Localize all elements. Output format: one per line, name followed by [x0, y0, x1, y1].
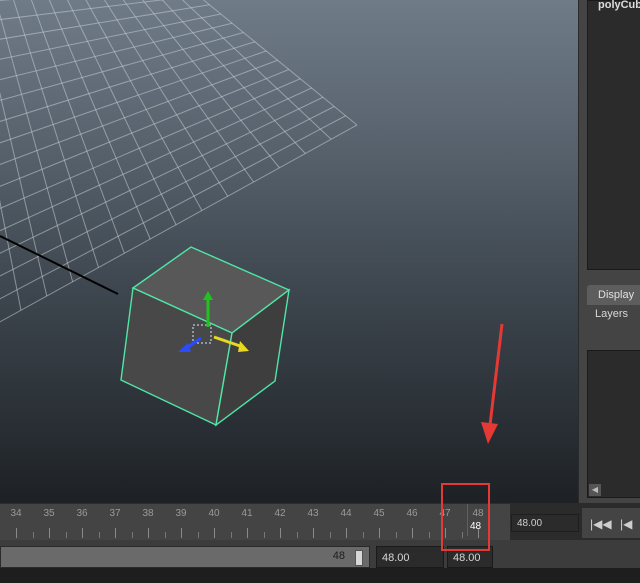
timeline-tick-label: 41: [241, 508, 253, 519]
skip-to-start-icon[interactable]: |◀◀: [590, 517, 612, 531]
timeline-tick: [98, 532, 100, 538]
current-time-field[interactable]: 48.00: [511, 514, 579, 532]
layers-list[interactable]: ◀: [587, 350, 640, 498]
timeline-tick: [148, 528, 149, 538]
playback-controls: |◀◀ |◀: [582, 508, 640, 538]
timeline-tick: [263, 532, 265, 538]
timeline-tick-label: 43: [307, 508, 319, 519]
timeline-tick: [197, 532, 199, 538]
timeline-tick: [247, 528, 248, 538]
step-back-icon[interactable]: |◀: [620, 517, 632, 531]
timeline-tick: [131, 532, 133, 538]
annotation-arrow-icon: [481, 323, 504, 444]
timeline-tick: [379, 528, 380, 538]
poly-cube[interactable]: [120, 246, 291, 427]
timeline-tick: [346, 528, 347, 538]
timeline-tick-label: 44: [340, 508, 352, 519]
command-line-strip: [0, 568, 640, 583]
grid-line: [0, 41, 255, 122]
time-slider[interactable]: 34 35 36 37 38 39 40 41 42 43 44 45 46 47 48: [0, 503, 510, 540]
timeline-tick-label: 39: [175, 508, 187, 519]
grid-line: [85, 0, 203, 211]
timeline-tick: [214, 528, 215, 538]
annotation-highlight-box: [441, 483, 490, 551]
outliner[interactable]: polyCub: [587, 0, 640, 270]
right-panel: polyCub Display Layers ◀: [578, 0, 640, 503]
grid-line: [0, 59, 278, 165]
timeline-tick-label: 46: [406, 508, 418, 519]
grid-line: [48, 0, 151, 240]
timeline-tick: [362, 532, 364, 538]
timeline-tick: [181, 528, 182, 538]
timeline-tick: [280, 528, 281, 538]
timeline-tick: [32, 532, 34, 538]
grid-line: [103, 0, 229, 197]
timeline-tick-label: 37: [109, 508, 121, 519]
timeline-tick: [16, 528, 17, 538]
range-slider-end-label: 48: [332, 550, 345, 562]
timeline-tick: [82, 528, 83, 538]
grid-line: [122, 0, 255, 183]
timeline-tick: [230, 532, 232, 538]
grid-line: [161, 0, 306, 154]
grid-line: [0, 50, 267, 144]
timeline-tick: [65, 532, 67, 538]
timeline-tick: [329, 532, 331, 538]
timeline-tick-label: 34: [10, 508, 22, 519]
range-slider-handle[interactable]: [355, 550, 363, 566]
tab-display[interactable]: Display: [587, 285, 640, 305]
timeline-tick-label: 38: [142, 508, 154, 519]
scroll-left-icon[interactable]: ◀: [589, 484, 601, 496]
timeline-tick: [412, 528, 413, 538]
timeline-tick: [164, 532, 166, 538]
timeline-tick: [115, 528, 116, 538]
layers-menu[interactable]: Layers: [595, 308, 628, 320]
grid-line: [67, 0, 177, 225]
axis-line: [0, 235, 119, 295]
timeline-tick: [296, 532, 298, 538]
end-time-field[interactable]: 48.00: [376, 546, 444, 568]
timeline-tick-label: 42: [274, 508, 286, 519]
grid-line: [202, 0, 358, 126]
timeline-tick: [49, 528, 50, 538]
timeline-tick: [428, 532, 430, 538]
range-slider[interactable]: 48: [0, 546, 370, 568]
outliner-item-polycube[interactable]: polyCub: [598, 0, 640, 11]
grid-line: [0, 32, 244, 101]
timeline-tick-label: 40: [208, 508, 220, 519]
timeline-tick: [395, 532, 397, 538]
timeline-tick-label: 36: [76, 508, 88, 519]
grid-line: [0, 199, 22, 311]
timeline-tick-label: 45: [373, 508, 385, 519]
grid-line: [0, 91, 48, 297]
grid-line: [13, 0, 99, 268]
timeline-tick: [313, 528, 314, 538]
grid-line: [0, 0, 12, 1]
timeline-tick-label: 35: [43, 508, 55, 519]
